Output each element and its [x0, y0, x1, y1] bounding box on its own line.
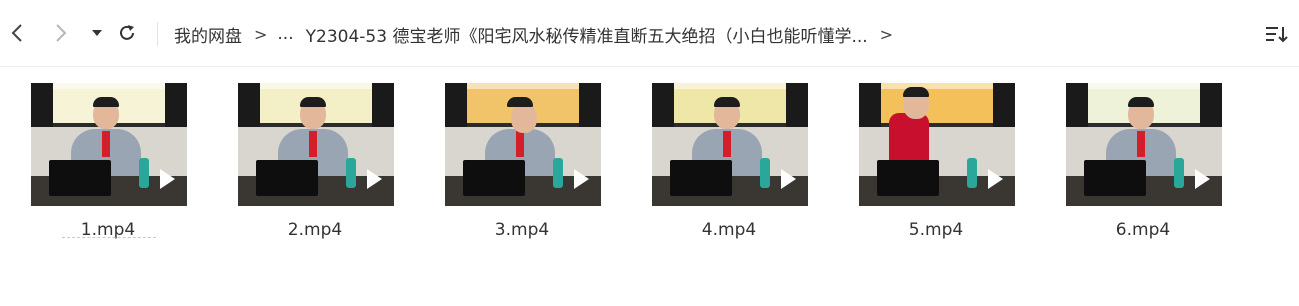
- video-thumbnail[interactable]: [1066, 83, 1222, 206]
- toolbar-divider: [157, 22, 158, 46]
- selection-hint-line: [62, 237, 156, 239]
- sort-list-icon: [1266, 27, 1288, 43]
- file-name[interactable]: 5.mp4: [851, 220, 1021, 240]
- file-item[interactable]: 5.mp4: [851, 83, 1021, 253]
- thumb-laptop: [49, 160, 111, 196]
- thumb-laptop: [670, 160, 732, 196]
- file-item[interactable]: 4.mp4: [644, 83, 814, 253]
- file-name[interactable]: 6.mp4: [1058, 220, 1228, 240]
- breadcrumb-ellipsis[interactable]: ...: [277, 24, 293, 44]
- thumb-laptop: [463, 160, 525, 196]
- thumb-person-tie: [723, 131, 731, 157]
- thumb-person-hair: [1128, 97, 1154, 107]
- video-thumbnail[interactable]: [445, 83, 601, 206]
- thumb-lamp: [553, 158, 563, 188]
- thumb-laptop: [256, 160, 318, 196]
- history-dropdown-button[interactable]: [84, 20, 110, 46]
- thumb-person-hair: [714, 97, 740, 107]
- thumb-laptop: [877, 160, 939, 196]
- thumb-lamp: [967, 158, 977, 188]
- breadcrumb-current-folder[interactable]: Y2304-53 德宝老师《阳宅风水秘传精准直断五大绝招（小白也能听懂学...: [306, 22, 868, 47]
- play-icon: [160, 169, 175, 189]
- thumb-person-hair: [507, 97, 533, 107]
- sort-button[interactable]: [1262, 21, 1290, 47]
- toolbar: 我的网盘 > ... Y2304-53 德宝老师《阳宅风水秘传精准直断五大绝招（…: [0, 0, 1299, 67]
- play-icon: [781, 169, 796, 189]
- file-item[interactable]: 3.mp4: [437, 83, 607, 253]
- file-name[interactable]: 3.mp4: [437, 220, 607, 240]
- thumb-person-hair: [903, 87, 929, 97]
- file-item[interactable]: 6.mp4: [1058, 83, 1228, 253]
- video-thumbnail[interactable]: [31, 83, 187, 206]
- chevron-right-icon: [56, 24, 67, 42]
- thumb-lamp: [1174, 158, 1184, 188]
- play-icon: [988, 169, 1003, 189]
- file-item[interactable]: 2.mp4: [230, 83, 400, 253]
- thumb-laptop: [1084, 160, 1146, 196]
- thumb-person-tie: [516, 131, 524, 157]
- thumb-lamp: [346, 158, 356, 188]
- play-icon: [367, 169, 382, 189]
- video-thumbnail[interactable]: [652, 83, 808, 206]
- refresh-button[interactable]: [114, 20, 140, 46]
- thumb-person-tie: [102, 131, 110, 157]
- file-grid: 1.mp4 2.mp4 3.mp4 4.mp4 5.mp4 6.mp4: [0, 66, 1299, 306]
- chevron-left-icon: [11, 24, 22, 42]
- thumb-person-hair: [300, 97, 326, 107]
- breadcrumb-separator: >: [254, 24, 268, 44]
- thumb-person-tie: [309, 131, 317, 157]
- thumb-person-tie: [1137, 131, 1145, 157]
- refresh-icon: [120, 25, 134, 40]
- breadcrumb: 我的网盘 > ... Y2304-53 德宝老师《阳宅风水秘传精准直断五大绝招（…: [174, 22, 903, 47]
- play-icon: [1195, 169, 1210, 189]
- file-name[interactable]: 4.mp4: [644, 220, 814, 240]
- forward-button[interactable]: [48, 20, 74, 46]
- video-thumbnail[interactable]: [859, 83, 1015, 206]
- video-thumbnail[interactable]: [238, 83, 394, 206]
- thumb-person-head: [511, 103, 537, 133]
- thumb-lamp: [760, 158, 770, 188]
- thumb-lamp: [139, 158, 149, 188]
- file-item[interactable]: 1.mp4: [23, 83, 193, 253]
- thumb-person-hair: [93, 97, 119, 107]
- play-icon: [574, 169, 589, 189]
- back-button[interactable]: [4, 20, 30, 46]
- caret-down-icon: [92, 30, 102, 36]
- breadcrumb-separator-end[interactable]: >: [880, 25, 893, 44]
- file-name[interactable]: 2.mp4: [230, 220, 400, 240]
- breadcrumb-root[interactable]: 我的网盘: [174, 22, 242, 47]
